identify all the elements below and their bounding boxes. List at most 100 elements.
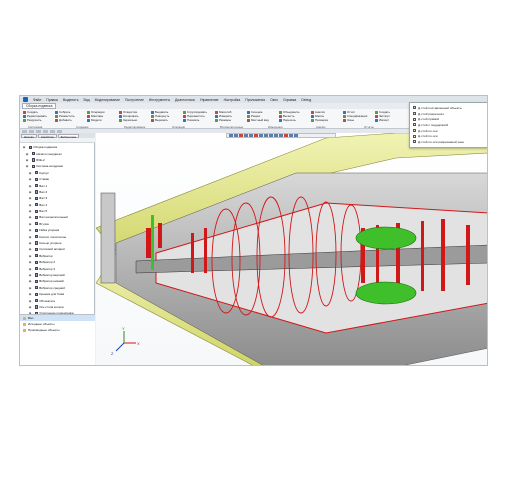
view-button[interactable]	[269, 134, 273, 137]
view-button[interactable]	[264, 134, 268, 137]
ribbon-command-button[interactable]: Модели	[87, 118, 117, 122]
search-result-label: Д-стой по оси	[418, 128, 438, 133]
menu-item[interactable]: Диагностика	[175, 98, 195, 102]
visibility-icon[interactable]: ◉	[27, 260, 33, 264]
search-result-item[interactable]: Д-стой по оси разрезанной зоне	[413, 139, 484, 145]
visibility-icon[interactable]: ◉	[27, 305, 33, 309]
ribbon-column: Масштаб Измерить Размеры	[215, 110, 245, 125]
menu-item[interactable]: Окно	[270, 98, 278, 102]
visibility-icon[interactable]: ◉	[27, 254, 33, 258]
command-icon	[23, 110, 26, 114]
visibility-icon[interactable]: ◉	[27, 222, 33, 226]
view-button[interactable]	[249, 134, 253, 137]
view-button[interactable]	[259, 134, 263, 137]
visibility-icon[interactable]: ◉	[27, 215, 33, 219]
ribbon-column: Операции Массивы Модели	[87, 110, 117, 125]
view-button[interactable]	[229, 134, 233, 137]
menu-item[interactable]: Приложения	[245, 98, 265, 102]
menu-item[interactable]: Управление	[200, 98, 219, 102]
relation-item[interactable]: Производные объекты	[20, 327, 95, 333]
visibility-icon[interactable]: ◉	[27, 247, 33, 251]
ribbon-command-button[interactable]: Проверка	[311, 118, 341, 122]
ribbon-column: Сгруппировать Переместить Показать	[183, 110, 213, 125]
search-result-label: Д-стой по оси	[418, 134, 438, 139]
visibility-icon[interactable]: ◉	[27, 171, 33, 175]
command-icon	[343, 118, 346, 122]
visibility-icon[interactable]: ◉	[27, 279, 33, 283]
visibility-icon[interactable]: ◉	[27, 235, 33, 239]
visibility-icon[interactable]: ◉	[24, 158, 30, 162]
visibility-icon[interactable]: ◉	[27, 190, 33, 194]
menu-item[interactable]: Вид	[83, 98, 89, 102]
view-button[interactable]	[289, 134, 293, 137]
part-icon	[34, 203, 38, 207]
ribbon-command-button[interactable]: Зоны	[343, 118, 373, 122]
part-icon	[34, 235, 38, 239]
visibility-icon[interactable]: ◉	[27, 209, 33, 213]
view-button[interactable]	[234, 134, 238, 137]
visibility-icon[interactable]: ◉	[27, 203, 33, 207]
view-button[interactable]	[274, 134, 278, 137]
menu-item[interactable]: Настройка	[224, 98, 241, 102]
menu-item[interactable]: Моделирование	[95, 98, 120, 102]
view-button[interactable]	[279, 134, 283, 137]
tree-node-label: Стакан	[39, 177, 50, 182]
axis-z-label: Z	[111, 351, 114, 356]
command-icon	[247, 114, 250, 118]
ribbon-command-button[interactable]: Разрушить	[23, 118, 53, 122]
view-button[interactable]	[244, 134, 248, 137]
menu-item[interactable]: Файл	[33, 98, 41, 102]
ribbon-command-button[interactable]: Показать	[183, 118, 213, 122]
tree-node-label: Корпус	[39, 170, 49, 175]
visibility-icon[interactable]: ◉	[27, 177, 33, 181]
menu-item[interactable]: Построение	[125, 98, 144, 102]
visibility-icon[interactable]: ◉	[24, 164, 30, 168]
tree-node-label: Колесо лопаточное	[39, 234, 67, 239]
visibility-icon[interactable]: ◉	[27, 292, 33, 296]
command-icon	[23, 114, 26, 118]
ribbon-command-button[interactable]: Местный вид	[247, 118, 277, 122]
ribbon-command-button[interactable]: Вырезать	[151, 118, 181, 122]
part-icon	[34, 267, 38, 271]
visibility-icon[interactable]: ◉	[27, 241, 33, 245]
ribbon-command-button[interactable]: Размеры	[215, 118, 245, 122]
visibility-icon[interactable]: ◉	[24, 152, 30, 156]
axis-x-label: X	[137, 341, 140, 346]
visibility-icon[interactable]: ◉	[27, 184, 33, 188]
command-icon	[343, 110, 346, 114]
ribbon-command-button[interactable]: Зеркально	[119, 118, 149, 122]
menu-item[interactable]: Выделить	[63, 98, 79, 102]
command-label: Проверка	[315, 118, 328, 122]
command-icon	[215, 114, 218, 118]
command-icon	[279, 110, 282, 114]
menu-item[interactable]: Инструменты	[149, 98, 170, 102]
visibility-icon[interactable]: ◉	[27, 299, 33, 303]
view-button[interactable]	[239, 134, 243, 137]
visibility-icon[interactable]: ◉	[21, 145, 27, 149]
ribbon-command-button[interactable]: Импорт	[375, 118, 405, 122]
menu-item[interactable]: Правка	[46, 98, 57, 102]
menu-item[interactable]: Справка	[283, 98, 296, 102]
ribbon-command-button[interactable]: Добавить	[55, 118, 85, 122]
search-result-label: Д-стой разрезного	[418, 111, 445, 116]
view-button[interactable]	[284, 134, 288, 137]
view-button[interactable]	[294, 134, 298, 137]
visibility-icon[interactable]: ◉	[27, 196, 33, 200]
command-icon	[279, 118, 282, 122]
command-icon	[87, 114, 90, 118]
command-icon	[375, 114, 378, 118]
ribbon-command-button[interactable]: Пересечь	[279, 118, 309, 122]
visibility-icon[interactable]: ◉	[27, 273, 33, 277]
part-icon	[34, 254, 38, 258]
app-logo-icon	[23, 97, 28, 102]
folder-icon	[31, 151, 35, 156]
visibility-icon[interactable]: ◉	[27, 267, 33, 271]
view-button[interactable]	[254, 134, 258, 137]
menu-item[interactable]: Debug	[301, 98, 311, 102]
command-icon	[151, 114, 154, 118]
visibility-icon[interactable]: ◉	[27, 228, 33, 232]
ribbon-column: Собрать Разместить Добавить	[55, 110, 85, 125]
part-icon	[34, 171, 38, 175]
3d-viewport[interactable]: X Y Z	[96, 133, 487, 365]
visibility-icon[interactable]: ◉	[27, 286, 33, 290]
